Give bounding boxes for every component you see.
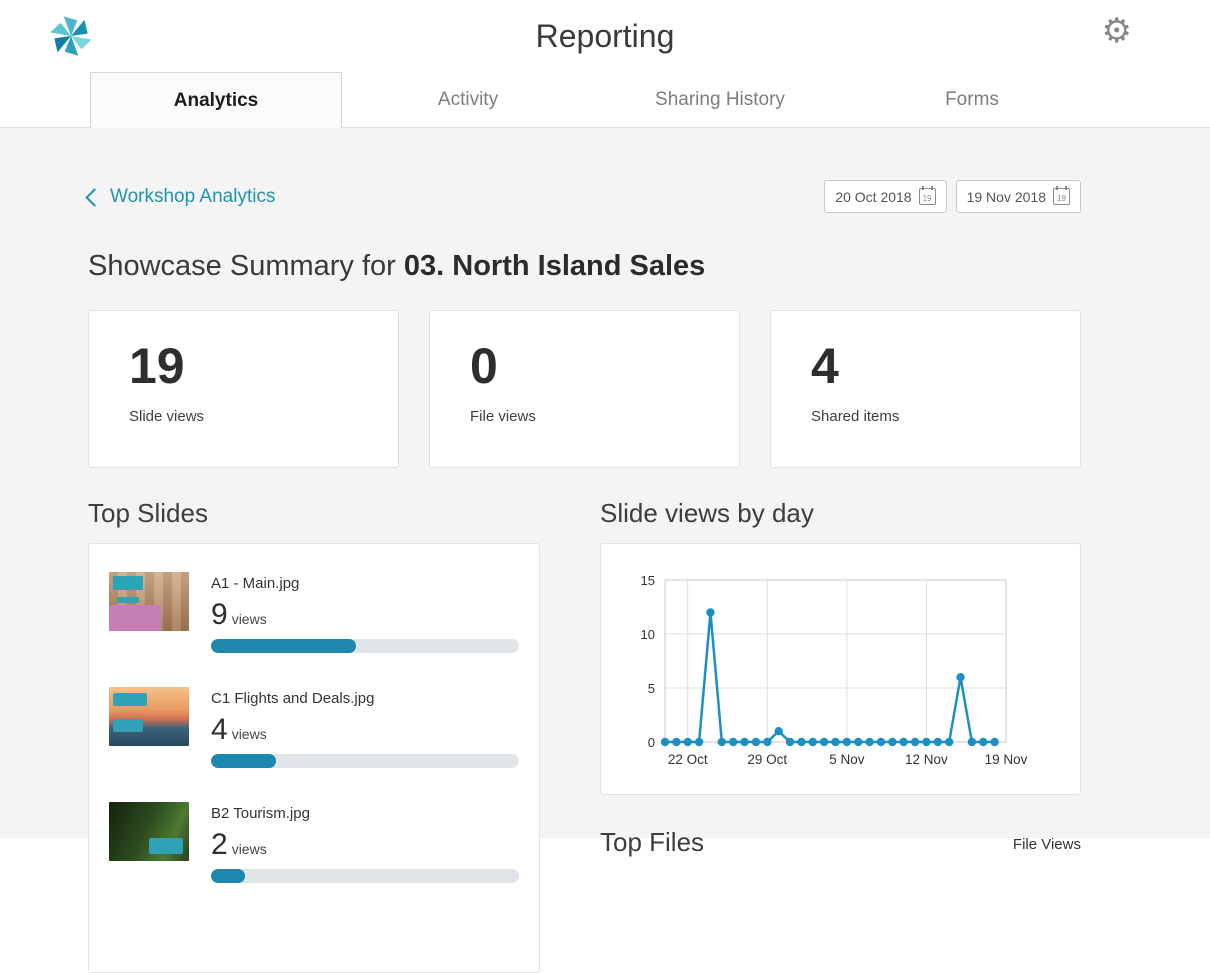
summary-prefix: Showcase Summary for xyxy=(88,250,404,282)
tab-analytics[interactable]: Analytics xyxy=(90,72,342,128)
slide-list-item: A1 - Main.jpg 9 views xyxy=(109,572,519,653)
svg-text:5: 5 xyxy=(648,681,655,696)
svg-text:5 Nov: 5 Nov xyxy=(829,752,865,767)
tab-activity[interactable]: Activity xyxy=(342,72,594,127)
calendar-icon: 19 xyxy=(1053,186,1070,205)
slide-name: C1 Flights and Deals.jpg xyxy=(211,690,375,707)
top-slides-card: A1 - Main.jpg 9 views C1 Flights and Deal… xyxy=(88,543,540,973)
calendar-icon: 19 xyxy=(918,186,936,205)
slide-name: B2 Tourism.jpg xyxy=(211,805,310,822)
slide-views-count: 4 views xyxy=(211,713,267,746)
date-range-picker: 20 Oct 2018 19 19 Nov 2018 19 xyxy=(824,180,1081,213)
chevron-left-icon xyxy=(85,187,104,207)
stat-value: 0 xyxy=(470,338,498,394)
start-date-button[interactable]: 20 Oct 2018 19 xyxy=(824,180,947,213)
stat-label: Shared items xyxy=(811,408,900,425)
end-date-button[interactable]: 19 Nov 2018 19 xyxy=(955,180,1081,213)
progressbar-fill xyxy=(211,869,245,883)
svg-text:10: 10 xyxy=(641,627,655,642)
slide-views-progressbar xyxy=(211,639,519,653)
slide-thumbnail xyxy=(109,572,189,631)
svg-text:19 Nov: 19 Nov xyxy=(985,752,1028,767)
page-title: Reporting xyxy=(535,17,675,54)
slide-views-count: 2 views xyxy=(211,828,267,861)
top-files-heading: Top Files xyxy=(600,827,705,857)
slide-name: A1 - Main.jpg xyxy=(211,575,300,592)
app-header: Reporting ⚙ xyxy=(0,0,1210,72)
progressbar-fill xyxy=(211,639,356,653)
breadcrumb-label: Workshop Analytics xyxy=(110,185,276,207)
stat-value: 19 xyxy=(129,338,185,394)
slide-views-count: 9 views xyxy=(211,598,267,631)
stat-value: 4 xyxy=(811,338,839,394)
stat-card-file-views: 0 File views xyxy=(429,310,740,468)
slide-views-progressbar xyxy=(211,754,519,768)
svg-text:12 Nov: 12 Nov xyxy=(905,752,948,767)
stat-card-slide-views: 19 Slide views xyxy=(88,310,399,468)
slide-views-by-day-chart: 0 5 10 15 22 Oct 29 Oct 5 Nov 12 Nov 19 Nov xyxy=(641,573,1028,767)
slide-list-item: C1 Flights and Deals.jpg 4 views xyxy=(109,687,519,768)
file-views-column-header: File Views xyxy=(1012,836,1081,853)
stat-label: Slide views xyxy=(129,408,205,425)
slide-thumbnail xyxy=(109,687,189,746)
top-files-header-row: Top Files File Views xyxy=(600,827,1081,858)
main-content: Workshop Analytics 20 Oct 2018 19 19 Nov… xyxy=(0,128,1210,973)
svg-text:0: 0 xyxy=(648,735,655,750)
tab-sharing-history[interactable]: Sharing History xyxy=(594,72,846,127)
showcase-summary-heading: Showcase Summary for 03. North Island Sa… xyxy=(88,250,1081,283)
end-date-value: 19 Nov 2018 xyxy=(966,188,1046,205)
slide-views-progressbar xyxy=(211,869,519,883)
svg-text:15: 15 xyxy=(641,573,655,588)
tab-forms[interactable]: Forms xyxy=(846,72,1098,127)
showcase-logo-icon[interactable] xyxy=(46,11,96,61)
slide-views-by-day-heading: Slide views by day xyxy=(600,498,814,528)
showcase-name: 03. North Island Sales xyxy=(403,250,706,282)
slide-thumbnail xyxy=(109,802,189,861)
slide-views-chart-card: 0 5 10 15 22 Oct 29 Oct 5 Nov 12 Nov 19 Nov xyxy=(600,543,1081,795)
start-date-value: 20 Oct 2018 xyxy=(835,188,912,205)
stat-card-shared-items: 4 Shared items xyxy=(770,310,1081,468)
svg-text:29 Oct: 29 Oct xyxy=(747,752,787,767)
slide-list-item: B2 Tourism.jpg 2 views xyxy=(109,802,519,883)
progressbar-fill xyxy=(211,754,276,768)
top-slides-heading: Top Slides xyxy=(88,498,208,528)
toolbar-row: Workshop Analytics 20 Oct 2018 19 19 Nov… xyxy=(85,128,1081,213)
svg-text:22 Oct: 22 Oct xyxy=(668,752,708,767)
settings-gear-icon[interactable]: ⚙ xyxy=(1102,14,1132,48)
stat-cards-row: 19 Slide views 0 File views 4 Shared ite… xyxy=(88,310,1081,468)
stat-label: File views xyxy=(470,408,536,425)
breadcrumb-back-link[interactable]: Workshop Analytics xyxy=(85,185,276,208)
tab-bar: Analytics Activity Sharing History Forms xyxy=(0,72,1210,128)
